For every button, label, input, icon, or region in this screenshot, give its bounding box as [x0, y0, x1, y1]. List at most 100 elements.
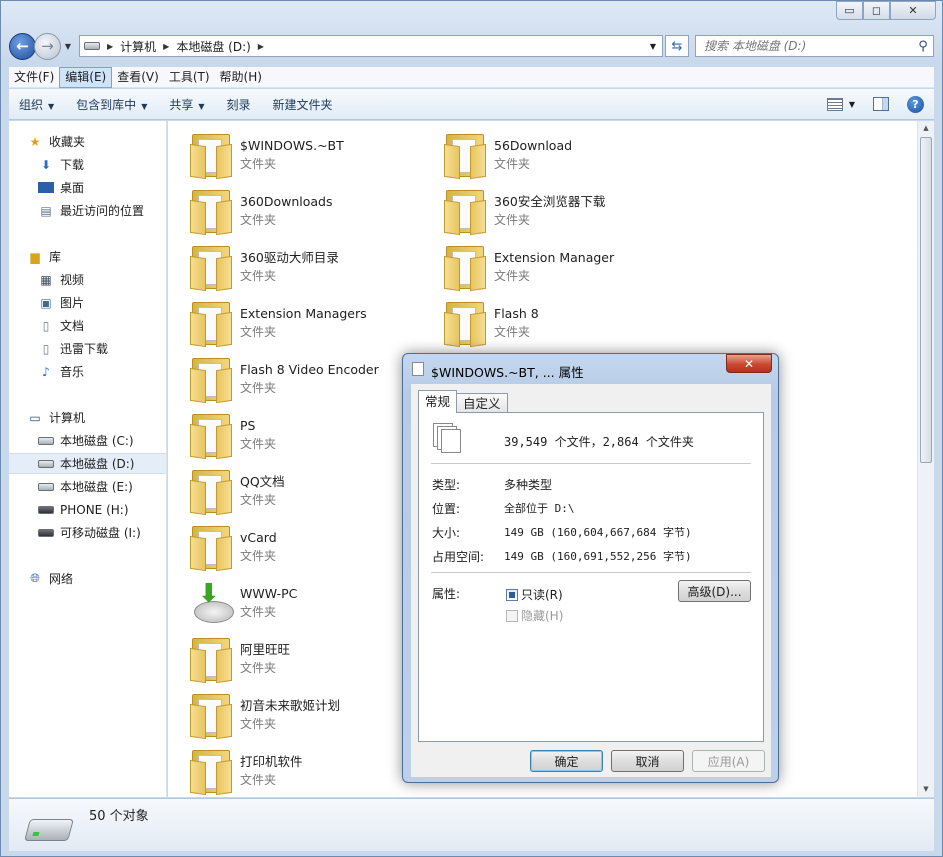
folder-item[interactable]: 初音未来歌姬计划 文件夹 — [168, 687, 418, 743]
chevron-down-icon: ▼ — [198, 101, 205, 111]
folder-item[interactable]: vCard 文件夹 — [168, 519, 418, 575]
scroll-thumb[interactable] — [920, 137, 932, 463]
ok-button[interactable]: 确定 — [530, 750, 603, 772]
folder-icon — [188, 523, 236, 572]
refresh-button[interactable]: ⇆ — [665, 35, 689, 57]
folder-item[interactable]: 56Download 文件夹 — [422, 127, 672, 183]
folder-item[interactable]: 阿里旺旺 文件夹 — [168, 631, 418, 687]
new-folder-button[interactable]: 新建文件夹 — [273, 96, 333, 113]
folder-item[interactable]: ⬇ WWW-PC 文件夹 — [168, 575, 418, 631]
nav-music[interactable]: ♪ 音乐 — [9, 361, 166, 382]
minimize-button[interactable]: ▭ — [836, 1, 863, 20]
include-library-button[interactable]: 包含到库中 ▼ — [76, 96, 147, 113]
folder-name: 360驱动大师目录 — [240, 250, 339, 265]
close-icon: ✕ — [743, 356, 755, 371]
nav-xunlei[interactable]: ▯ 迅雷下载 — [9, 338, 166, 359]
folder-name: 360Downloads — [240, 194, 333, 209]
burn-button[interactable]: 刻录 — [227, 96, 251, 113]
nav-network[interactable]: 🌐︎ 网络 — [9, 568, 166, 589]
nav-label: 音乐 — [60, 365, 85, 379]
folder-item[interactable]: Extension Manager 文件夹 — [422, 239, 672, 295]
nav-desktop[interactable]: 桌面 — [9, 177, 166, 198]
folder-item[interactable]: PS 文件夹 — [168, 407, 418, 463]
menu-help[interactable]: 帮助(H) — [215, 67, 267, 88]
forward-button[interactable]: → — [34, 32, 61, 60]
organize-button[interactable]: 组织 ▼ — [19, 96, 54, 113]
folder-type: 文件夹 — [240, 213, 277, 227]
nav-drive-h[interactable]: PHONE (H:) — [9, 499, 166, 520]
search-icon[interactable]: ⚲ — [913, 39, 933, 54]
nav-label: 图片 — [60, 296, 85, 310]
hidden-checkbox[interactable]: 隐藏(H) — [506, 607, 563, 624]
maximize-button[interactable]: ◻ — [863, 1, 890, 20]
vertical-scrollbar[interactable]: ▲ ▼ — [917, 121, 934, 797]
folder-item[interactable]: Flash 8 Video Encoder 文件夹 — [168, 351, 418, 407]
drive-icon — [24, 819, 74, 841]
breadcrumb-arrow-icon[interactable]: ▶ — [107, 42, 113, 51]
folder-name: $WINDOWS.~BT — [240, 138, 344, 153]
help-icon[interactable]: ? — [907, 95, 924, 113]
menu-view[interactable]: 查看(V) — [112, 67, 164, 88]
nav-libraries[interactable]: ▆ 库 — [9, 246, 166, 267]
nav-recent-places[interactable]: ▤ 最近访问的位置 — [9, 200, 166, 221]
address-dropdown-icon[interactable]: ▼ — [644, 42, 662, 51]
folder-name: 初音未来歌姬计划 — [240, 698, 341, 713]
address-bar[interactable]: ▶ 计算机 ▶ 本地磁盘 (D:) ▶ ▼ — [79, 35, 663, 57]
back-button[interactable]: ← — [9, 32, 36, 60]
folder-type: 文件夹 — [240, 157, 277, 171]
nav-label: 最近访问的位置 — [60, 204, 145, 218]
menu-edit[interactable]: 编辑(E) — [59, 66, 113, 88]
nav-documents[interactable]: ▯ 文档 — [9, 315, 166, 336]
nav-favorites[interactable]: ★ 收藏夹 — [9, 131, 166, 152]
share-button[interactable]: 共享 ▼ — [169, 96, 204, 113]
nav-pictures[interactable]: ▣ 图片 — [9, 292, 166, 313]
folder-item[interactable]: 360Downloads 文件夹 — [168, 183, 418, 239]
close-button[interactable]: ✕ — [890, 1, 936, 20]
change-view-button[interactable]: ▼ — [826, 97, 855, 111]
folder-item[interactable]: 360驱动大师目录 文件夹 — [168, 239, 418, 295]
recent-pages-button[interactable]: ▼ — [61, 36, 75, 56]
nav-drive-i[interactable]: 可移动磁盘 (I:) — [9, 522, 166, 543]
forward-arrow-icon: → — [41, 37, 54, 55]
scroll-down-icon[interactable]: ▼ — [918, 782, 934, 797]
readonly-checkbox[interactable]: 只读(R) — [506, 586, 563, 603]
nav-computer[interactable]: ▭ 计算机 — [9, 407, 166, 428]
nav-videos[interactable]: ▦ 视频 — [9, 269, 166, 290]
tab-custom[interactable]: 自定义 — [456, 393, 508, 413]
menu-file[interactable]: 文件(F) — [9, 67, 59, 88]
desktop-icon — [38, 182, 54, 193]
folder-name: Extension Manager — [494, 250, 615, 265]
breadcrumb-arrow-icon[interactable]: ▶ — [163, 42, 169, 51]
folder-item[interactable]: Extension Managers 文件夹 — [168, 295, 418, 351]
breadcrumb-drive-d[interactable]: 本地磁盘 (D:) — [176, 38, 250, 55]
menu-tools[interactable]: 工具(T) — [164, 67, 215, 88]
folder-type: 文件夹 — [240, 773, 277, 787]
folder-item[interactable]: 360安全浏览器下载 文件夹 — [422, 183, 672, 239]
size-row: 大小: 149 GB (160,604,667,684 字节) — [432, 524, 692, 541]
tab-general[interactable]: 常规 — [418, 390, 458, 413]
close-icon: ✕ — [908, 4, 918, 17]
nav-drive-d[interactable]: 本地磁盘 (D:) — [9, 453, 166, 474]
advanced-button[interactable]: 高级(D)... — [678, 580, 751, 602]
breadcrumb-computer[interactable]: 计算机 — [120, 38, 156, 55]
nav-downloads[interactable]: ⬇ 下载 — [9, 154, 166, 175]
folder-item[interactable]: Flash 8 文件夹 — [422, 295, 672, 351]
nav-drive-e[interactable]: 本地磁盘 (E:) — [9, 476, 166, 497]
folder-icon — [442, 187, 490, 236]
preview-pane-icon[interactable] — [873, 97, 889, 111]
checkbox-indeterminate-icon — [506, 588, 518, 601]
folder-item[interactable]: QQ文档 文件夹 — [168, 463, 418, 519]
caption-buttons: ▭ ◻ ✕ — [836, 1, 936, 20]
nav-drive-c[interactable]: 本地磁盘 (C:) — [9, 430, 166, 451]
cancel-button[interactable]: 取消 — [611, 750, 684, 772]
folder-item[interactable]: 打印机软件 文件夹 — [168, 743, 418, 797]
file-summary: 39,549 个文件，2,864 个文件夹 — [504, 435, 694, 449]
scroll-up-icon[interactable]: ▲ — [918, 121, 934, 136]
search-input[interactable] — [704, 39, 913, 53]
dialog-close-button[interactable]: ✕ — [726, 354, 772, 373]
folder-icon — [188, 355, 236, 404]
apply-button[interactable]: 应用(A) — [692, 750, 765, 772]
maximize-icon: ◻ — [871, 4, 882, 17]
breadcrumb-arrow-icon[interactable]: ▶ — [258, 42, 264, 51]
folder-item[interactable]: $WINDOWS.~BT 文件夹 — [168, 127, 418, 183]
